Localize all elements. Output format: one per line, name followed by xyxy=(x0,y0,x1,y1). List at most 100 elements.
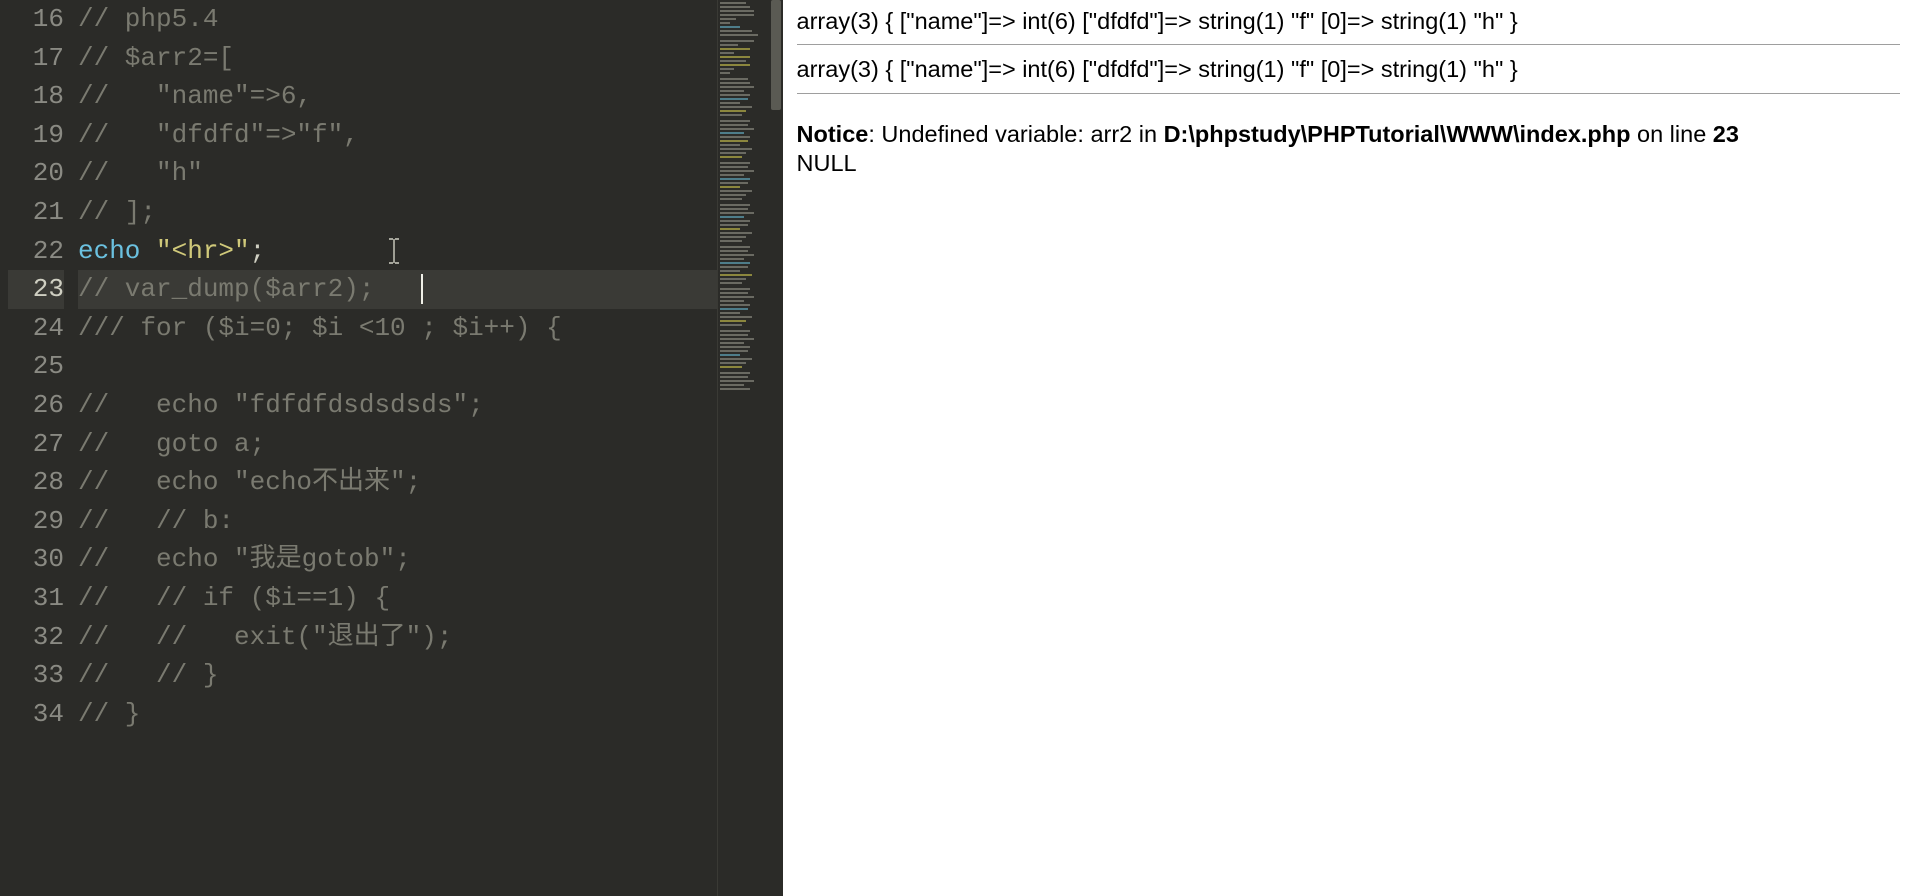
minimap-row xyxy=(720,94,750,96)
minimap-row xyxy=(720,110,746,112)
line-number: 31 xyxy=(8,579,64,618)
minimap-row xyxy=(720,228,740,230)
minimap-row xyxy=(720,48,750,50)
line-number: 28 xyxy=(8,463,64,502)
minimap-row xyxy=(720,258,744,260)
minimap-row xyxy=(720,156,742,158)
minimap-row xyxy=(720,90,744,92)
minimap-row xyxy=(720,204,750,206)
minimap-row xyxy=(720,34,758,36)
code-line[interactable]: // "name"=>6, xyxy=(78,77,717,116)
minimap-row xyxy=(720,316,752,318)
code-line[interactable]: // "dfdfd"=>"f", xyxy=(78,116,717,155)
code-line[interactable]: // $arr2=[ xyxy=(78,39,717,78)
line-number: 33 xyxy=(8,656,64,695)
minimap-row xyxy=(720,254,754,256)
line-number: 24 xyxy=(8,309,64,348)
minimap-row xyxy=(720,376,748,378)
minimap-row xyxy=(720,178,750,180)
minimap-row xyxy=(720,26,740,28)
minimap-row xyxy=(720,212,754,214)
minimap-row xyxy=(720,292,748,294)
code-line[interactable]: // echo "echo不出来"; xyxy=(78,463,717,502)
minimap-row xyxy=(720,186,740,188)
line-number: 32 xyxy=(8,618,64,657)
minimap-row xyxy=(720,240,742,242)
code-line[interactable]: /// for ($i=0; $i <10 ; $i++) { xyxy=(78,309,717,348)
code-line[interactable]: // // exit("退出了"); xyxy=(78,618,717,657)
minimap-row xyxy=(720,224,748,226)
code-line[interactable]: // echo "我是gotob"; xyxy=(78,540,717,579)
minimap-row xyxy=(720,78,748,80)
minimap-row xyxy=(720,372,750,374)
minimap-row xyxy=(720,288,750,290)
minimap[interactable] xyxy=(717,0,769,896)
code-line[interactable]: // // b: xyxy=(78,502,717,541)
code-line[interactable]: // } xyxy=(78,695,717,734)
minimap-row xyxy=(720,120,750,122)
code-line[interactable]: // php5.4 xyxy=(78,0,717,39)
minimap-row xyxy=(720,358,752,360)
minimap-row xyxy=(720,140,748,142)
minimap-row xyxy=(720,198,742,200)
minimap-row xyxy=(720,246,750,248)
minimap-row xyxy=(720,362,746,364)
ibeam-cursor-icon xyxy=(388,238,400,264)
code-line[interactable]: // ]; xyxy=(78,193,717,232)
text-cursor xyxy=(421,274,423,304)
minimap-row xyxy=(720,350,748,352)
editor-vertical-scrollbar[interactable] xyxy=(769,0,783,896)
minimap-row xyxy=(720,388,750,390)
code-line[interactable]: // // if ($i==1) { xyxy=(78,579,717,618)
minimap-row xyxy=(720,128,754,130)
minimap-row xyxy=(720,342,744,344)
notice-label: Notice xyxy=(797,121,869,147)
minimap-row xyxy=(720,40,754,42)
minimap-row xyxy=(720,308,748,310)
minimap-row xyxy=(720,166,748,168)
code-line[interactable]: // goto a; xyxy=(78,425,717,464)
code-area[interactable]: // php5.4// $arr2=[// "name"=>6,// "dfdf… xyxy=(78,0,717,896)
var-dump-output: array(3) { ["name"]=> int(6) ["dfdfd"]=>… xyxy=(797,7,1900,36)
line-number: 21 xyxy=(8,193,64,232)
minimap-row xyxy=(720,52,734,54)
line-number-gutter: 16171819202122232425262728293031323334 xyxy=(0,0,78,896)
code-line[interactable]: // "h" xyxy=(78,154,717,193)
code-line[interactable]: // var_dump($arr2); xyxy=(78,270,717,309)
line-number: 17 xyxy=(8,39,64,78)
minimap-row xyxy=(720,174,744,176)
minimap-row xyxy=(720,190,752,192)
notice-file: D:\phpstudy\PHPTutorial\WWW\index.php xyxy=(1164,121,1631,147)
scrollbar-thumb[interactable] xyxy=(771,0,781,110)
minimap-row xyxy=(720,162,750,164)
minimap-row xyxy=(720,366,742,368)
minimap-row xyxy=(720,14,754,16)
minimap-row xyxy=(720,334,748,336)
minimap-row xyxy=(720,10,754,12)
minimap-row xyxy=(720,136,750,138)
minimap-row xyxy=(720,64,750,66)
code-editor-pane: 16171819202122232425262728293031323334 /… xyxy=(0,0,783,896)
minimap-row xyxy=(720,44,738,46)
minimap-row xyxy=(720,22,730,24)
code-line[interactable] xyxy=(78,347,717,386)
minimap-row xyxy=(720,132,744,134)
minimap-row xyxy=(720,282,742,284)
minimap-row xyxy=(720,354,740,356)
minimap-row xyxy=(720,320,746,322)
minimap-row xyxy=(720,72,730,74)
line-number: 34 xyxy=(8,695,64,734)
minimap-row xyxy=(720,6,750,8)
hr-divider xyxy=(797,44,1900,45)
code-line[interactable]: // echo "fdfdfdsdsdsds"; xyxy=(78,386,717,425)
code-line[interactable]: // // } xyxy=(78,656,717,695)
browser-output-pane: array(3) { ["name"]=> int(6) ["dfdfd"]=>… xyxy=(783,0,1918,896)
minimap-row xyxy=(720,216,744,218)
minimap-row xyxy=(720,250,748,252)
minimap-row xyxy=(720,124,748,126)
minimap-row xyxy=(720,330,750,332)
line-number: 19 xyxy=(8,116,64,155)
minimap-row xyxy=(720,324,742,326)
minimap-row xyxy=(720,346,750,348)
minimap-row xyxy=(720,208,748,210)
